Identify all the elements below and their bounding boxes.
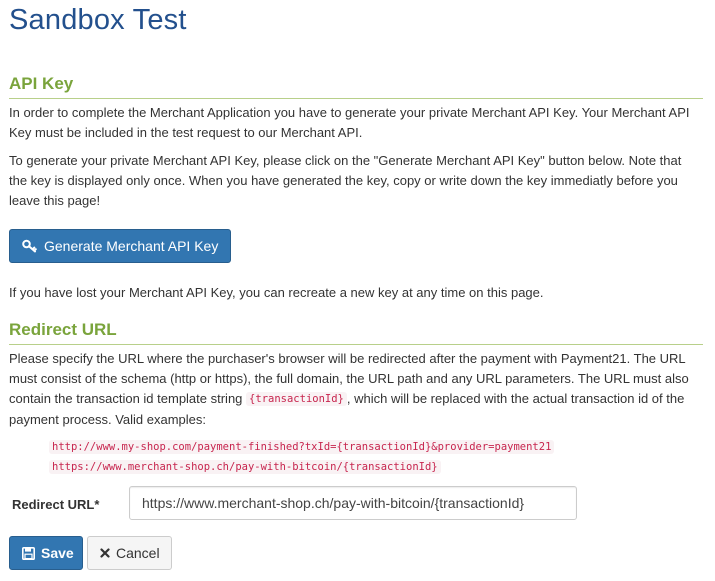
lost-key-note: If you have lost your Merchant API Key, … — [9, 285, 544, 300]
example-url-2: https://www.merchant-shop.ch/pay-with-bi… — [49, 458, 441, 475]
api-key-section-title: API Key — [9, 74, 703, 99]
example-url-code: https://www.merchant-shop.ch/pay-with-bi… — [49, 460, 441, 474]
example-url-code: http://www.my-shop.com/payment-finished?… — [49, 440, 555, 454]
page-title: Sandbox Test — [9, 4, 187, 36]
save-button[interactable]: Save — [9, 536, 83, 570]
generate-api-key-label: Generate Merchant API Key — [44, 238, 219, 254]
transaction-id-template-code: {transactionId} — [246, 392, 347, 406]
api-key-intro-text: In order to complete the Merchant Applic… — [9, 105, 690, 140]
redirect-url-label: Redirect URL* — [12, 497, 100, 512]
cancel-button[interactable]: Cancel — [87, 536, 172, 570]
generate-api-key-button[interactable]: Generate Merchant API Key — [9, 229, 231, 263]
redirect-url-section-title: Redirect URL — [9, 320, 703, 345]
floppy-disk-icon — [22, 546, 35, 560]
api-key-instructions-text: To generate your private Merchant API Ke… — [9, 153, 682, 208]
key-icon — [22, 239, 37, 253]
redirect-url-input[interactable] — [129, 486, 577, 520]
cancel-label: Cancel — [116, 545, 160, 561]
close-icon — [100, 548, 110, 558]
redirect-url-description: Please specify the URL where the purchas… — [9, 349, 703, 430]
save-label: Save — [41, 545, 74, 561]
example-url-1: http://www.my-shop.com/payment-finished?… — [49, 438, 555, 455]
